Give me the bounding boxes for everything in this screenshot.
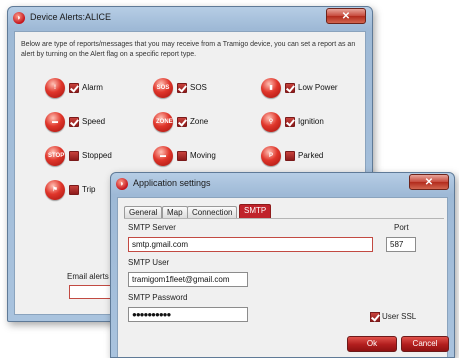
sos-icon-glyph: SOS xyxy=(156,85,170,91)
ignition-icon-glyph: ⚲ xyxy=(268,119,274,125)
moving-icon: ▬ xyxy=(153,146,173,166)
alarm-icon-glyph: ! xyxy=(54,85,56,91)
device-alerts-close-button[interactable]: ✕ xyxy=(326,8,366,24)
alert-item-label: Stopped xyxy=(82,151,112,160)
application-settings-titlebar[interactable]: ◗ Application settings ✕ xyxy=(111,173,454,195)
application-settings-body: General Map Connection SMTP SMTP Server … xyxy=(117,197,449,357)
alert-flag-checkbox[interactable] xyxy=(177,117,187,127)
alert-item-label: Trip xyxy=(82,185,96,194)
email-alerts-label: Email alerts xyxy=(67,272,109,281)
alert-flag-checkbox[interactable] xyxy=(69,117,79,127)
tramigo-app-icon: ◗ xyxy=(116,178,128,190)
tab-general[interactable]: General xyxy=(124,206,163,218)
alert-flag-checkbox[interactable] xyxy=(69,185,79,195)
alert-item-label: SOS xyxy=(190,83,207,92)
tab-smtp[interactable]: SMTP xyxy=(239,204,272,218)
alert-flag-checkbox[interactable] xyxy=(285,151,295,161)
trip-icon-glyph: ⚑ xyxy=(52,187,58,193)
port-input[interactable]: 587 xyxy=(386,237,416,252)
alert-flag-checkbox[interactable] xyxy=(285,117,295,127)
low-power-icon: ▮ xyxy=(261,78,281,98)
moving-icon-glyph: ▬ xyxy=(160,153,166,159)
alert-flag-checkbox[interactable] xyxy=(177,151,187,161)
application-settings-title: Application settings xyxy=(133,178,211,188)
use-ssl-checkbox[interactable] xyxy=(370,312,380,322)
use-ssl-label: User SSL xyxy=(382,312,417,321)
alert-item-label: Moving xyxy=(190,151,216,160)
smtp-password-input[interactable]: ●●●●●●●●●● xyxy=(128,307,248,322)
alert-item-label: Speed xyxy=(82,117,106,126)
sos-icon: SOS xyxy=(153,78,173,98)
alert-item-label: Parked xyxy=(298,151,324,160)
tab-map[interactable]: Map xyxy=(162,206,188,218)
alert-item-label: Alarm xyxy=(82,83,103,92)
stop-icon: STOP xyxy=(45,146,65,166)
smtp-server-label: SMTP Server xyxy=(128,223,176,232)
parked-icon-glyph: P xyxy=(268,153,273,159)
application-settings-window: ◗ Application settings ✕ General Map Con… xyxy=(110,172,455,358)
cancel-button[interactable]: Cancel xyxy=(401,336,449,352)
zone-icon: ZONE xyxy=(153,112,173,132)
ignition-icon: ⚲ xyxy=(261,112,281,132)
application-settings-close-button[interactable]: ✕ xyxy=(409,174,449,190)
smtp-settings-panel: SMTP Server smtp.gmail.com Port 587 SMTP… xyxy=(124,218,444,329)
alert-flag-checkbox[interactable] xyxy=(285,83,295,93)
alert-flag-checkbox[interactable] xyxy=(69,151,79,161)
smtp-user-input[interactable]: tramigom1fleet@gmail.com xyxy=(128,272,248,287)
alert-item-label: Zone xyxy=(190,117,209,126)
tab-connection[interactable]: Connection xyxy=(187,206,238,218)
port-label: Port xyxy=(394,223,409,232)
smtp-server-input[interactable]: smtp.gmail.com xyxy=(128,237,373,252)
smtp-password-label: SMTP Password xyxy=(128,293,188,302)
alert-flag-checkbox[interactable] xyxy=(69,83,79,93)
alarm-icon: ! xyxy=(45,78,65,98)
ok-button[interactable]: Ok xyxy=(347,336,397,352)
smtp-user-label: SMTP User xyxy=(128,258,170,267)
trip-icon: ⚑ xyxy=(45,180,65,200)
device-alerts-titlebar[interactable]: ◗ Device Alerts:ALICE ✕ xyxy=(8,7,372,29)
low-power-icon-glyph: ▮ xyxy=(269,85,273,91)
alert-flag-checkbox[interactable] xyxy=(177,83,187,93)
tramigo-app-icon: ◗ xyxy=(13,12,25,24)
device-alerts-title: Device Alerts:ALICE xyxy=(30,12,112,22)
zone-icon-glyph: ZONE xyxy=(156,119,173,125)
alert-item-label: Low Power xyxy=(298,83,338,92)
alert-item-label: Ignition xyxy=(298,117,324,126)
speed-icon-glyph: ▬ xyxy=(52,119,58,125)
stop-icon-glyph: STOP xyxy=(48,153,65,159)
speed-icon: ▬ xyxy=(45,112,65,132)
parked-icon: P xyxy=(261,146,281,166)
alerts-description: Below are type of reports/messages that … xyxy=(21,41,356,58)
